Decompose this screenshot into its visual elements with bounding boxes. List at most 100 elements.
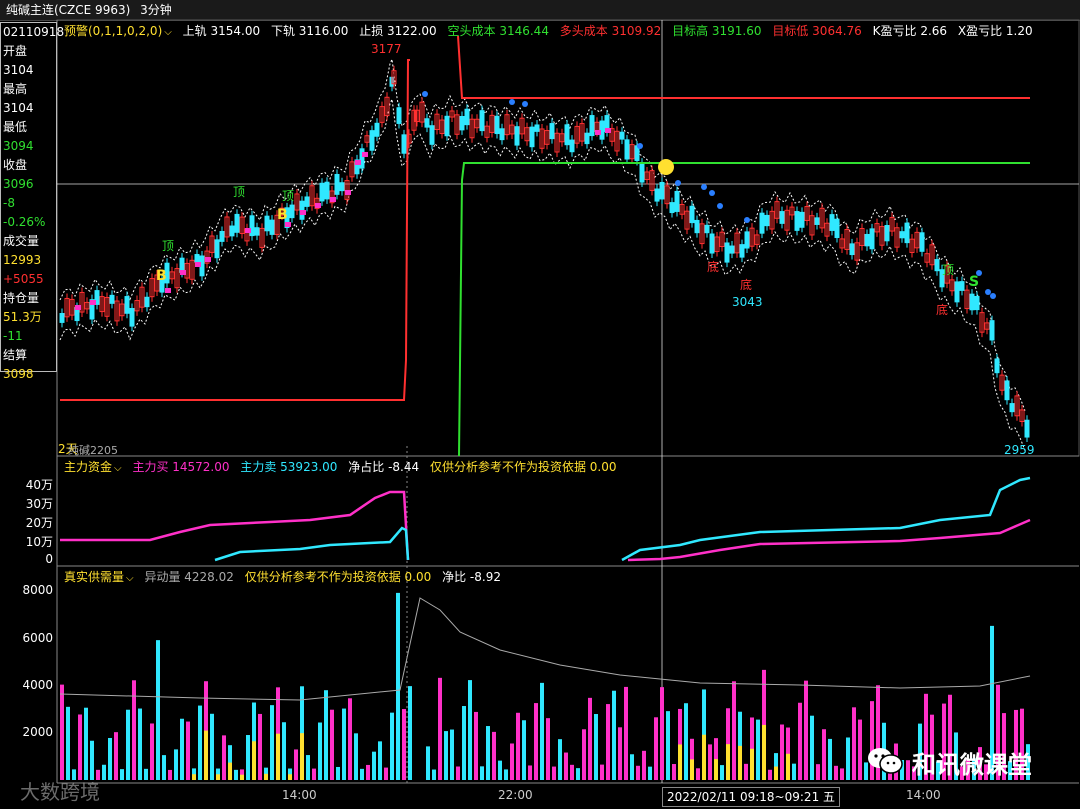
x-ratio: X盈亏比 1.20 <box>957 24 1033 38</box>
volume-bar <box>132 680 136 780</box>
candle-body <box>829 214 835 231</box>
buy-signal-2: B <box>277 207 288 223</box>
volume-indicator-selector[interactable]: 真实供需量 <box>64 570 134 584</box>
volume-bar-highlight <box>750 748 754 780</box>
volume-bar <box>90 740 94 780</box>
candle-body <box>729 245 735 254</box>
volume-bar <box>180 718 184 780</box>
volume-bar <box>348 698 352 780</box>
volume-bar <box>552 766 556 780</box>
candle-body <box>499 128 505 141</box>
crosshair-time: 2022/02/11 09:18~09:21 五 <box>662 787 841 807</box>
low-annotation-2: 2959 <box>1004 443 1035 457</box>
position-dot <box>165 288 171 293</box>
bottom-signal-1: 底 <box>707 260 720 274</box>
candle-body <box>109 294 115 304</box>
abnormal-volume: 异动量 4228.02 <box>144 570 234 584</box>
volume-bar <box>120 769 124 780</box>
high-label: 最高 <box>3 82 28 96</box>
volume-bar-highlight <box>192 774 196 780</box>
volume-bar-highlight <box>264 773 268 780</box>
volume-bar <box>378 741 382 780</box>
volume-bar <box>684 703 688 780</box>
volume-bar <box>570 764 574 780</box>
volume-bar <box>666 711 670 780</box>
candle-body <box>779 211 785 224</box>
volume-bar <box>360 768 364 780</box>
candle-body <box>494 115 500 135</box>
k-ratio: K盈亏比 2.66 <box>872 24 948 38</box>
candle-body <box>144 296 150 308</box>
volume-bar <box>780 724 784 780</box>
volume-bar <box>408 686 412 780</box>
candle-body <box>1009 403 1015 413</box>
stop-line-red-2 <box>457 35 1030 99</box>
volume-bar-highlight <box>678 744 682 780</box>
close-label: 收盘 <box>3 158 28 172</box>
low-label: 最低 <box>3 120 28 134</box>
candle-body <box>689 205 695 224</box>
indicator-selector[interactable]: 预警(0,1,1,0,2,0) <box>64 24 172 38</box>
fund-axis-40: 40万 <box>25 478 53 492</box>
candle-body <box>954 281 960 303</box>
candle-body <box>904 222 910 244</box>
volume-bar <box>588 697 592 780</box>
volume-bar <box>498 760 502 780</box>
signal-dot <box>717 203 723 209</box>
volume-bar <box>66 706 70 780</box>
volume-bar <box>486 726 490 780</box>
position-dot <box>595 130 601 135</box>
fund-buy-line-2 <box>627 518 1031 562</box>
chart-canvas[interactable] <box>0 0 1080 809</box>
volume-bar <box>660 687 664 780</box>
volume-bar <box>798 702 802 780</box>
volume-bar <box>372 751 376 780</box>
volume-bar <box>462 706 466 780</box>
volume-bar-highlight <box>774 766 778 780</box>
candle-body <box>869 228 875 250</box>
volume-bar <box>816 764 820 780</box>
volume-bar <box>618 727 622 780</box>
volume-bar-highlight <box>726 744 730 780</box>
volume-bar <box>672 764 676 780</box>
volume-bar-highlight <box>216 774 220 780</box>
volume-bar <box>840 768 844 780</box>
volume-bar <box>336 766 340 780</box>
volume-bar <box>720 765 724 780</box>
low-value: 3094 <box>3 139 34 153</box>
candle-body <box>319 182 325 202</box>
volume-bar <box>450 729 454 780</box>
volume-bar <box>108 737 112 780</box>
signal-dot <box>990 293 996 299</box>
candle-body <box>339 182 345 192</box>
fund-sell: 主力卖 53923.00 <box>240 460 338 474</box>
candle-body <box>849 243 855 256</box>
candle-body <box>624 139 630 160</box>
volume-change: +5055 <box>3 272 44 286</box>
volume-bar <box>468 680 472 780</box>
signal-dot <box>675 180 681 186</box>
candle-body <box>709 233 715 254</box>
candle-body <box>974 295 980 311</box>
candle-body <box>444 115 450 137</box>
fund-axis-0: 0 <box>45 552 53 566</box>
top-signal-3: 顶 <box>162 239 175 253</box>
candle-body <box>324 181 330 200</box>
candle-body <box>724 242 730 263</box>
volume-bar <box>186 721 190 780</box>
volume-bar <box>906 760 910 780</box>
volume-bar <box>504 769 508 780</box>
signal-dot <box>637 143 643 149</box>
candle-body <box>1004 380 1010 401</box>
settle-value: 3098 <box>3 367 34 381</box>
volume-bar <box>642 750 646 780</box>
volume-bar <box>384 767 388 780</box>
volume-bar <box>606 704 610 780</box>
volume-bar <box>540 682 544 780</box>
volume-bar <box>510 743 514 780</box>
candle-body <box>401 134 407 154</box>
fund-indicator-selector[interactable]: 主力资金 <box>64 460 122 474</box>
volume-bar <box>144 768 148 780</box>
candle-body <box>654 188 660 202</box>
signal-dot <box>422 91 428 97</box>
